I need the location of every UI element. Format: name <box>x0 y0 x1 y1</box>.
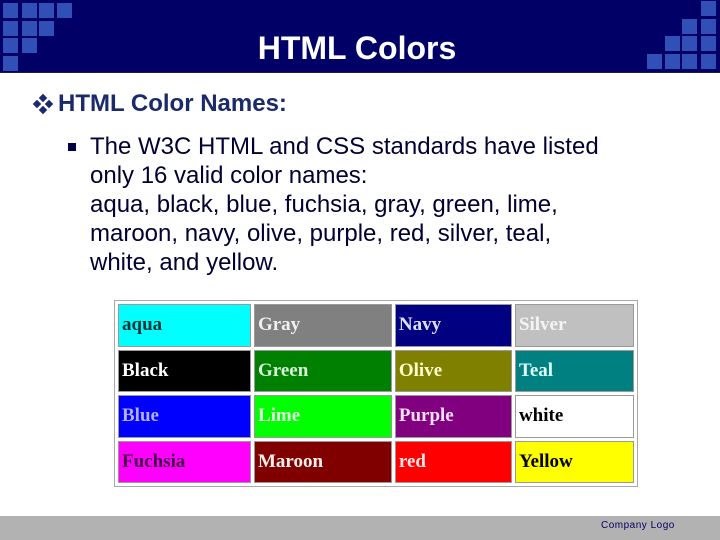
diamond-bullet-icon <box>32 93 54 115</box>
bullet-item: The W3C HTML and CSS standards have list… <box>68 132 708 277</box>
color-cell-aqua: aqua <box>118 304 251 347</box>
table-row: Fuchsia Maroon red Yellow <box>118 440 634 483</box>
color-cell-navy: Navy <box>394 304 512 347</box>
heading-text: HTML Color Names: <box>58 90 287 117</box>
color-cell-red: red <box>394 440 512 483</box>
color-cell-gray: Gray <box>253 304 392 347</box>
color-cell-green: Green <box>253 349 392 392</box>
color-cell-black: Black <box>118 349 251 392</box>
bullet-text: The W3C HTML and CSS standards have list… <box>90 133 599 276</box>
company-logo: Company Logo <box>601 520 675 531</box>
color-cell-teal: Teal <box>514 349 634 392</box>
color-cell-olive: Olive <box>394 349 512 392</box>
table-row: aqua Gray Navy Silver <box>118 304 634 347</box>
color-cell-silver: Silver <box>514 304 634 347</box>
color-cell-white: white <box>514 395 634 438</box>
title-bar: HTML Colors <box>0 0 720 73</box>
section-heading: HTML Color Names: <box>32 89 287 119</box>
table-row: Blue Lime Purple white <box>118 395 634 438</box>
color-cell-yellow: Yellow <box>514 440 634 483</box>
color-names-table: aqua Gray Navy Silver Black Green Olive Teal Blu… <box>114 300 638 487</box>
color-cell-lime: Lime <box>253 395 392 438</box>
color-cell-blue: Blue <box>118 395 251 438</box>
color-cell-fuchsia: Fuchsia <box>118 440 251 483</box>
slide-title: HTML Colors <box>257 30 457 66</box>
square-bullet-icon <box>68 143 76 151</box>
table-row: Black Green Olive Teal <box>118 349 634 392</box>
color-cell-maroon: Maroon <box>253 440 392 483</box>
color-cell-purple: Purple <box>394 395 512 438</box>
